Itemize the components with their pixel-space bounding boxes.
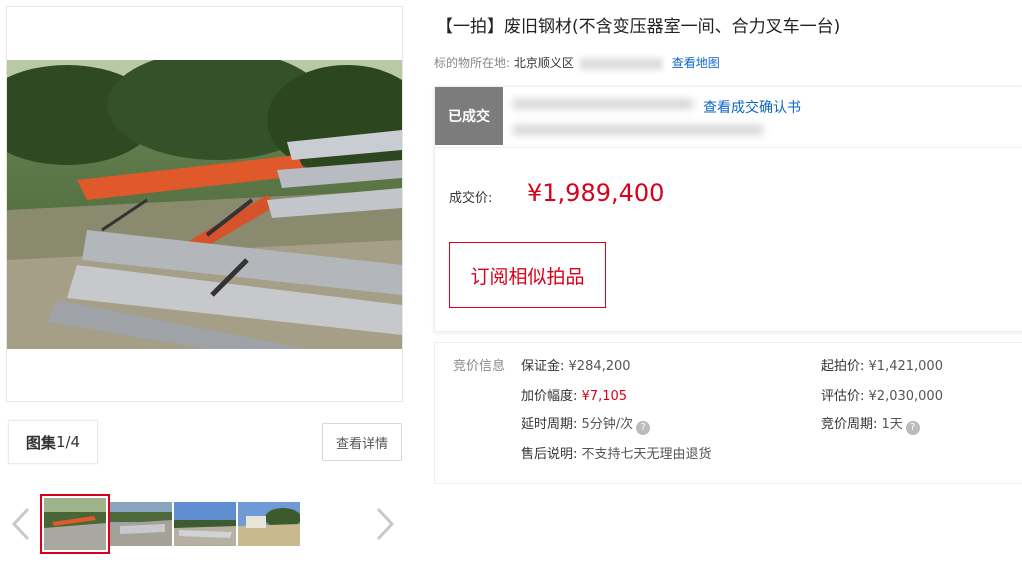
- deposit-value: ¥284,200: [568, 359, 631, 374]
- gallery-counter-value: 1/4: [55, 433, 81, 451]
- deposit-label: 保证金:: [521, 359, 565, 374]
- result-panel: 已成交 查看成交确认书 成交价: ¥1,989,400 订阅相似拍品: [434, 86, 1022, 332]
- redacted-line-2: [513, 125, 763, 135]
- assessed-price-label: 评估价:: [821, 389, 865, 404]
- thumbnail-1[interactable]: [40, 494, 110, 554]
- delay-row: 延时周期: 5分钟/次?: [521, 413, 651, 435]
- start-price-row: 起拍价: ¥1,421,000: [821, 355, 943, 374]
- location-label: 标的物所在地:: [434, 56, 511, 70]
- gallery-counter: 图集 1/4: [8, 420, 98, 464]
- view-details-button[interactable]: 查看详情: [322, 423, 402, 461]
- thumbnail-4[interactable]: [238, 502, 300, 546]
- start-price-label: 起拍价:: [821, 359, 865, 374]
- panel-divider: [435, 147, 1022, 148]
- start-price-value: ¥1,421,000: [868, 359, 943, 374]
- increment-value: ¥7,105: [581, 389, 628, 404]
- help-icon[interactable]: ?: [636, 421, 651, 435]
- aftersale-row: 售后说明: 不支持七天无理由退货: [521, 443, 712, 462]
- assessed-price-value: ¥2,030,000: [868, 389, 943, 404]
- status-badge: 已成交: [435, 87, 503, 145]
- deposit-row: 保证金: ¥284,200: [521, 355, 631, 374]
- deal-price-label: 成交价:: [449, 191, 493, 206]
- increment-label: 加价幅度:: [521, 389, 578, 404]
- bid-cycle-value: 1天: [881, 417, 903, 432]
- bid-info-title: 竞价信息: [453, 359, 506, 374]
- item-title: 【一拍】废旧钢材(不含变压器室一间、合力叉车一台): [436, 17, 841, 37]
- bid-info-panel: 竞价信息 保证金: ¥284,200 起拍价: ¥1,421,000 加价幅度:…: [434, 342, 1022, 484]
- thumbnail-strip: [6, 494, 401, 556]
- thumbnail-3[interactable]: [174, 502, 236, 546]
- chevron-left-icon[interactable]: [10, 506, 32, 542]
- gallery-label-prefix: 图集: [25, 433, 56, 452]
- main-photo[interactable]: [7, 60, 402, 349]
- thumbnail-2[interactable]: [110, 502, 172, 546]
- item-location: 标的物所在地: 北京顺义区 查看地图: [434, 54, 720, 71]
- bid-cycle-label: 竞价周期:: [821, 417, 878, 432]
- increment-row: 加价幅度: ¥7,105: [521, 385, 627, 404]
- assessed-price-row: 评估价: ¥2,030,000: [821, 385, 943, 404]
- bid-cycle-row: 竞价周期: 1天?: [821, 413, 920, 435]
- deal-price-value: ¥1,989,400: [527, 179, 665, 207]
- view-confirmation-link[interactable]: 查看成交确认书: [703, 97, 801, 117]
- redacted-address: [579, 57, 662, 70]
- aftersale-value: 不支持七天无理由退货: [581, 447, 712, 462]
- subscribe-similar-button[interactable]: 订阅相似拍品: [449, 242, 606, 308]
- delay-value: 5分钟/次: [581, 417, 634, 432]
- main-image-frame: [6, 6, 403, 402]
- delay-label: 延时周期:: [521, 417, 578, 432]
- view-map-link[interactable]: 查看地图: [672, 56, 720, 70]
- aftersale-label: 售后说明:: [521, 447, 578, 462]
- chevron-right-icon[interactable]: [374, 506, 396, 542]
- help-icon[interactable]: ?: [905, 421, 920, 435]
- location-value: 北京顺义区: [513, 56, 574, 70]
- redacted-line-1: [513, 99, 693, 109]
